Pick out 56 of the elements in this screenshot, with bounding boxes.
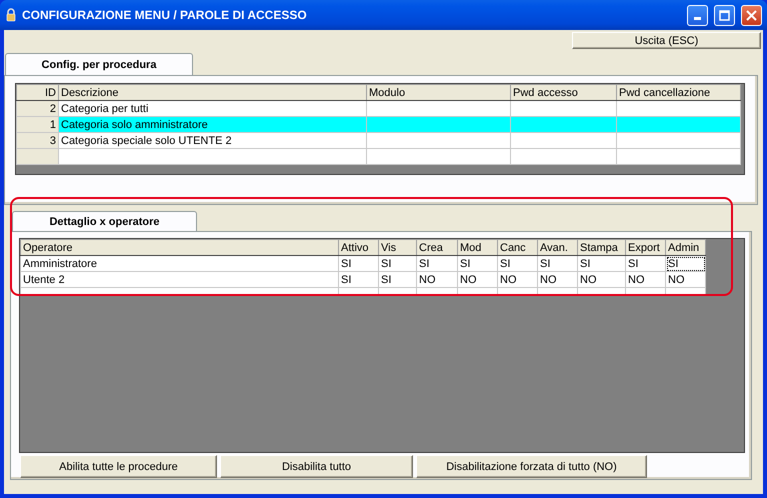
tab[interactable]: Dettaglio x operatore xyxy=(12,211,197,231)
table-cell: Categoria per tutti xyxy=(58,100,366,116)
column-header[interactable]: Vis xyxy=(378,240,416,256)
maximize-icon xyxy=(719,10,730,20)
table-cell: SI xyxy=(666,256,706,272)
table-cell: SI xyxy=(458,256,498,272)
column-header[interactable]: Avan. xyxy=(538,240,578,256)
tab[interactable]: Config. per procedura xyxy=(5,53,193,75)
column-header[interactable]: Mod xyxy=(458,240,498,256)
minimize-button[interactable] xyxy=(687,4,708,26)
table-cell: NO xyxy=(458,272,498,288)
table-cell: SI xyxy=(626,256,666,272)
exit-button[interactable]: Uscita (ESC) xyxy=(572,32,761,49)
column-header[interactable]: Crea xyxy=(416,240,458,256)
column-header[interactable]: Admin xyxy=(666,240,706,256)
action-button[interactable]: Disabilita tutto xyxy=(220,455,413,478)
table-cell: NO xyxy=(498,272,538,288)
row-id: 2 xyxy=(16,100,58,116)
window-title: CONFIGURAZIONE MENU / PAROLE DI ACCESSO xyxy=(22,8,308,22)
table-cell: NO xyxy=(666,272,706,288)
column-header[interactable]: Canc xyxy=(498,240,538,256)
row-id: 1 xyxy=(16,116,58,132)
table-cell: Categoria solo amministratore xyxy=(58,116,366,132)
table-cell: SI xyxy=(338,272,378,288)
row-id xyxy=(16,148,58,164)
table-cell: SI xyxy=(538,256,578,272)
maximize-button[interactable] xyxy=(714,4,735,26)
column-header[interactable]: Attivo xyxy=(338,240,378,256)
table-cell: SI xyxy=(378,256,416,272)
table-cell: NO xyxy=(626,272,666,288)
table-cell: NO xyxy=(538,272,578,288)
column-header[interactable]: Export xyxy=(626,240,666,256)
table-cell: NO xyxy=(416,272,458,288)
table-cell: Categoria speciale solo UTENTE 2 xyxy=(58,132,366,148)
close-button[interactable] xyxy=(741,4,762,26)
table-cell: SI xyxy=(378,272,416,288)
lock-icon xyxy=(6,8,16,22)
table-cell: Utente 2 xyxy=(20,272,338,288)
action-button[interactable]: Disabilitazione forzata di tutto (NO) xyxy=(416,455,647,478)
table-cell: SI xyxy=(416,256,458,272)
column-header[interactable]: Stampa xyxy=(578,240,626,256)
close-icon xyxy=(746,10,757,20)
column-header[interactable]: Pwd accesso xyxy=(510,84,616,100)
table-cell: NO xyxy=(578,272,626,288)
column-header[interactable]: ID xyxy=(16,84,58,100)
column-header[interactable]: Modulo xyxy=(366,84,510,100)
action-button[interactable]: Abilita tutte le procedure xyxy=(20,455,217,478)
row-id: 3 xyxy=(16,132,58,148)
table-cell: SI xyxy=(338,256,378,272)
column-header[interactable]: Operatore xyxy=(20,240,338,256)
table-cell: SI xyxy=(498,256,538,272)
table-cell: Amministratore xyxy=(20,256,338,272)
column-header[interactable]: Pwd cancellazione xyxy=(616,84,740,100)
minimize-icon xyxy=(694,16,701,20)
table-cell: SI xyxy=(578,256,626,272)
column-header[interactable]: Descrizione xyxy=(58,84,366,100)
